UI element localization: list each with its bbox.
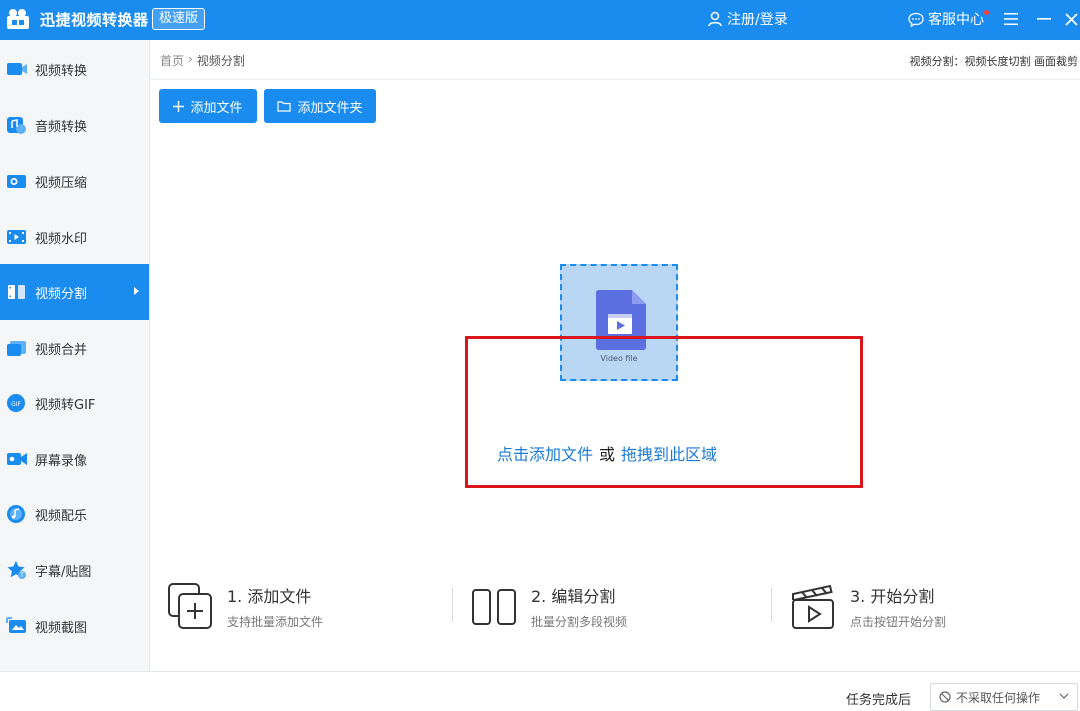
title-bar: 迅捷视频转换器 极速版 注册/登录 客服中心 (0, 0, 1080, 40)
service-label-wrap: 客服中心 (928, 9, 989, 29)
step-start-split: 3. 开始分割 点击按钮开始分割 (790, 580, 1050, 636)
edition-badge: 极速版 (152, 8, 206, 30)
step-title: 2. 编辑分割 (531, 587, 616, 606)
drag-here-text: 拖拽到此区域 (621, 445, 718, 464)
video-compress-icon (6, 171, 28, 191)
active-arrow-icon (134, 287, 139, 295)
sidebar-item-video-screenshot[interactable]: 视频截图 (0, 598, 149, 654)
service-label: 客服中心 (928, 12, 984, 28)
sidebar-item-label: 视频截图 (35, 620, 88, 636)
login-label: 注册/登录 (727, 12, 788, 28)
video-split-icon (6, 282, 28, 302)
sidebar-item-label: 视频配乐 (35, 508, 88, 524)
sidebar-item-video-compress[interactable]: 视频压缩 (0, 153, 149, 209)
app-title: 迅捷视频转换器 (40, 11, 149, 29)
close-button[interactable] (1060, 8, 1080, 30)
after-task-select[interactable]: 不采取任何操作 (930, 683, 1078, 711)
svg-text:T: T (19, 572, 24, 579)
breadcrumb: 首页 › 视频分割 (160, 52, 245, 69)
sidebar-item-label: 视频水印 (35, 231, 88, 247)
step-desc: 支持批量添加文件 (227, 615, 324, 629)
sidebar-item-label: 音频转换 (35, 119, 88, 135)
click-add-file-link[interactable]: 点击添加文件 (497, 445, 593, 464)
sidebar-item-label: 视频转换 (35, 63, 88, 79)
chat-bubble-icon (908, 12, 924, 27)
user-icon (708, 11, 722, 27)
step-divider (771, 588, 772, 622)
video-watermark-icon (6, 227, 28, 247)
step-title: 1. 添加文件 (227, 587, 312, 606)
customer-service-button[interactable]: 客服中心 (908, 8, 989, 30)
video-merge-icon (6, 338, 28, 358)
no-action-icon (939, 691, 951, 703)
hamburger-menu-icon (1004, 13, 1018, 25)
sidebar-item-video-to-gif[interactable]: GIF 视频转GIF (0, 375, 149, 431)
after-task-value: 不采取任何操作 (956, 690, 1041, 705)
add-file-label: 添加文件 (190, 100, 243, 116)
step-edit-split: 2. 编辑分割 批量分割多段视频 (471, 580, 731, 636)
sidebar-item-video-convert[interactable]: 视频转换 (0, 41, 149, 97)
split-columns-icon (472, 589, 516, 625)
subtitle-sticker-icon: T (6, 560, 28, 580)
minimize-icon (1037, 18, 1051, 20)
step-add-file: 1. 添加文件 支持批量添加文件 (167, 580, 427, 636)
sidebar-item-label: 视频压缩 (35, 175, 88, 191)
sidebar-item-label: 屏幕录像 (35, 453, 88, 469)
screenshot-icon (6, 616, 28, 636)
add-files-icon (168, 583, 212, 629)
step-desc: 批量分割多段视频 (531, 615, 628, 629)
sidebar-item-label: 视频合并 (35, 342, 88, 358)
breadcrumb-home[interactable]: 首页 (160, 52, 184, 69)
or-text: 或 (599, 445, 616, 464)
sidebar-item-video-music[interactable]: 视频配乐 (0, 486, 149, 542)
step-desc: 点击按钮开始分割 (850, 615, 947, 629)
notification-dot (984, 10, 989, 15)
add-file-button[interactable]: 添加文件 (159, 89, 257, 123)
video-convert-icon (6, 59, 28, 79)
sidebar-item-video-merge[interactable]: 视频合并 (0, 320, 149, 376)
gif-icon: GIF (6, 393, 28, 413)
status-bar: 任务完成后 不采取任何操作 (0, 671, 1080, 711)
login-button[interactable]: 注册/登录 (708, 8, 788, 30)
breadcrumb-current: 视频分割 (196, 54, 245, 68)
svg-text:GIF: GIF (11, 401, 21, 408)
sidebar-item-video-split[interactable]: 视频分割 (0, 264, 149, 320)
minimize-button[interactable] (1033, 8, 1055, 30)
breadcrumb-separator: › (188, 52, 193, 66)
app-logo-icon (7, 9, 29, 29)
add-folder-button[interactable]: 添加文件夹 (264, 89, 376, 123)
plus-icon (173, 100, 185, 112)
close-icon (1064, 12, 1078, 26)
clapperboard-icon (792, 584, 834, 629)
sidebar-item-label: 字幕/贴图 (35, 564, 92, 580)
drop-hint: 点击添加文件或拖拽到此区域 (497, 441, 717, 465)
chevron-down-icon (1059, 693, 1069, 699)
after-task-label: 任务完成后 (846, 693, 912, 708)
sidebar-item-audio-convert[interactable]: 音频转换 (0, 97, 149, 153)
screen-record-icon (6, 449, 28, 469)
music-icon (6, 504, 28, 524)
step-divider (452, 588, 453, 622)
step-title: 3. 开始分割 (850, 587, 935, 606)
folder-icon (277, 101, 292, 112)
sidebar-item-subtitle-sticker[interactable]: T 字幕/贴图 (0, 542, 149, 598)
feature-description: 视频分割：视频长度切割 画面裁剪 (909, 55, 1079, 68)
menu-button[interactable] (1000, 8, 1022, 30)
audio-convert-icon (6, 115, 28, 135)
highlight-annotation (465, 336, 863, 488)
sidebar-item-screen-record[interactable]: 屏幕录像 (0, 431, 149, 487)
sidebar: 视频转换 音频转换 视频压缩 视频水印 视频分割 视频合并 GIF 视频转GIF… (0, 40, 150, 671)
sidebar-item-video-watermark[interactable]: 视频水印 (0, 209, 149, 265)
sidebar-item-label: 视频分割 (35, 286, 88, 302)
add-folder-label: 添加文件夹 (297, 100, 363, 116)
content-divider (150, 79, 1080, 80)
sidebar-item-label: 视频转GIF (35, 397, 96, 413)
